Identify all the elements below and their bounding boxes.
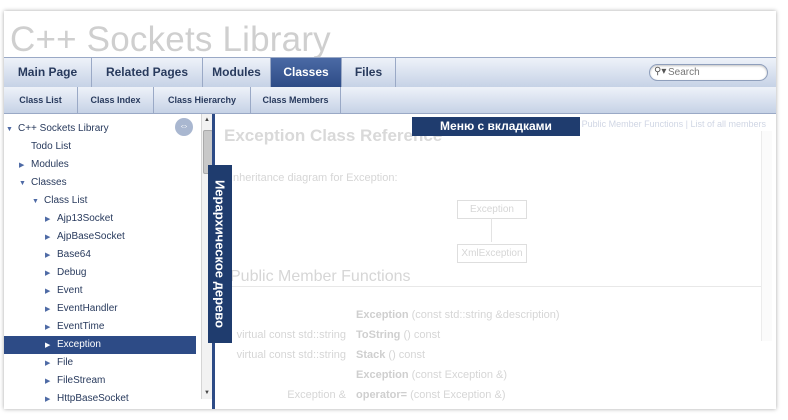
collapsed-arrow-icon: ▶ — [45, 252, 51, 259]
member-link[interactable]: Exception — [356, 309, 409, 321]
tree-item-class-list[interactable]: ▼ Class List — [32, 192, 196, 210]
collapsed-arrow-icon: ▶ — [45, 378, 51, 385]
collapsed-arrow-icon: ▶ — [19, 162, 25, 169]
tree-item-eventtime[interactable]: ▶ EventTime — [45, 318, 196, 336]
content-scrollbar[interactable] — [761, 131, 772, 341]
section-divider — [226, 286, 761, 287]
tree-item-httpbasesocket[interactable]: ▶ HttpBaseSocket — [45, 390, 196, 408]
subtab-class-members[interactable]: Class Members — [251, 87, 341, 113]
tab-files[interactable]: Files — [342, 58, 396, 87]
tab-classes[interactable]: Classes — [271, 58, 342, 87]
tab-related-pages[interactable]: Related Pages — [92, 58, 203, 87]
page-title: Exception Class Reference — [224, 126, 443, 145]
tree-item-root[interactable]: ▼ C++ Sockets Library — [6, 120, 196, 138]
diagram-parent-box[interactable]: Exception — [457, 200, 527, 219]
tree-item-modules[interactable]: ▶ Modules — [19, 156, 196, 174]
diagram-child-box[interactable]: XmlException — [457, 244, 527, 263]
tree-item-classes[interactable]: ▼ Classes — [19, 174, 196, 192]
tree-item-exception[interactable]: ▶ Exception — [4, 336, 196, 354]
hierarchy-tree-callout: Иерархическое дерево — [208, 165, 232, 343]
subtab-class-list[interactable]: Class List — [4, 87, 78, 113]
search-box[interactable]: ⚲▾ — [649, 64, 768, 81]
summary-links[interactable]: Public Member Functions | List of all me… — [582, 119, 766, 129]
scroll-up-icon[interactable]: ▲ — [202, 115, 212, 125]
expanded-arrow-icon: ▼ — [6, 126, 13, 133]
collapsed-arrow-icon: ▶ — [45, 360, 51, 367]
nav-tree: ⇔ ▼ C++ Sockets Library Todo List ▶ Module… — [4, 114, 202, 404]
tree-item-filestream[interactable]: ▶ FileStream — [45, 372, 196, 390]
project-title: C++ Sockets Library — [10, 20, 331, 59]
collapsed-arrow-icon: ▶ — [45, 306, 51, 313]
tab-modules[interactable]: Modules — [203, 58, 271, 87]
member-link[interactable]: operator= — [356, 389, 407, 401]
tree-item-eventhandler[interactable]: ▶ EventHandler — [45, 300, 196, 318]
expanded-arrow-icon: ▼ — [32, 198, 39, 205]
subtab-class-index[interactable]: Class Index — [78, 87, 154, 113]
scroll-down-icon[interactable]: ▼ — [202, 388, 212, 398]
subtab-class-hierarchy[interactable]: Class Hierarchy — [154, 87, 251, 113]
app-window: C++ Sockets Library Main Page Related Pa… — [4, 11, 776, 409]
member-row: Exception (const Exception &) — [356, 369, 508, 381]
search-icon: ⚲▾ — [654, 66, 667, 77]
collapsed-arrow-icon: ▶ — [45, 324, 51, 331]
member-row: Exception & operator= (const Exception &… — [287, 389, 506, 401]
expanded-arrow-icon: ▼ — [19, 180, 26, 187]
member-link[interactable]: ToString — [356, 329, 400, 341]
tree-item-file[interactable]: ▶ File — [45, 354, 196, 372]
tree-item-event[interactable]: ▶ Event — [45, 282, 196, 300]
section-title: Public Member Functions — [230, 268, 411, 285]
member-row: Exception (const std::string &descriptio… — [356, 309, 560, 321]
inheritance-label: Inheritance diagram for Exception: — [230, 172, 398, 184]
tree-item-base64[interactable]: ▶ Base64 — [45, 246, 196, 264]
collapsed-arrow-icon: ▶ — [45, 396, 51, 403]
collapsed-arrow-icon: ▶ — [45, 216, 51, 223]
diagram-connector — [491, 218, 492, 242]
search-input[interactable] — [668, 66, 760, 78]
collapsed-arrow-icon: ▶ — [45, 270, 51, 277]
tab-main-page[interactable]: Main Page — [4, 58, 92, 87]
tree-item-debug[interactable]: ▶ Debug — [45, 264, 196, 282]
collapsed-arrow-icon: ▶ — [45, 342, 51, 349]
tabs-menu-callout: Меню с вкладками — [412, 117, 580, 136]
member-link[interactable]: Exception — [356, 369, 409, 381]
member-link[interactable]: Stack — [356, 349, 385, 361]
collapsed-arrow-icon: ▶ — [45, 288, 51, 295]
collapsed-arrow-icon: ▶ — [45, 234, 51, 241]
tree-item-ajp13socket[interactable]: ▶ Ajp13Socket — [45, 210, 196, 228]
class-reference-content: Public Member Functions | List of all me… — [216, 114, 776, 409]
tree-item-ajpbasesocket[interactable]: ▶ AjpBaseSocket — [45, 228, 196, 246]
member-row: virtual const std::string Stack () const — [236, 349, 426, 361]
sub-tab-bar: Class List Class Index Class Hierarchy C… — [4, 87, 776, 114]
member-row: virtual const std::string ToString () co… — [236, 329, 441, 341]
main-tab-bar: Main Page Related Pages Modules Classes … — [4, 57, 776, 88]
tree-item-todo-list[interactable]: Todo List — [6, 138, 196, 156]
